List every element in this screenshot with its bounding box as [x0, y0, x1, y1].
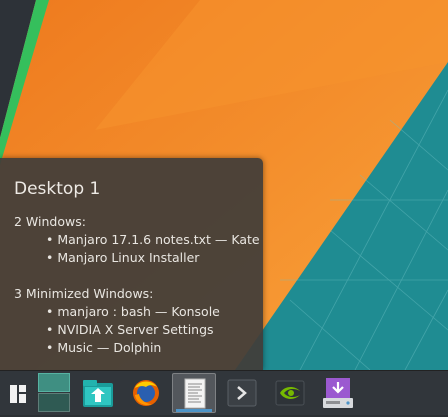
desktop-tooltip: Desktop 1 2 Windows: • Manjaro 17.1.6 no… [0, 158, 263, 370]
pager-widget [38, 373, 70, 413]
nvidia-icon [275, 380, 305, 406]
kate-icon [184, 378, 206, 409]
window-item: • Manjaro 17.1.6 notes.txt — Kate [46, 232, 260, 247]
task-firefox[interactable] [124, 373, 168, 413]
taskbar [0, 370, 448, 415]
task-dolphin[interactable] [76, 373, 120, 413]
app-launcher-icon [10, 385, 26, 403]
active-task-indicator [176, 409, 212, 412]
minimized-window-item: • NVIDIA X Server Settings [46, 322, 214, 337]
konsole-icon [227, 379, 257, 407]
tooltip-title: Desktop 1 [14, 179, 101, 199]
installer-icon [323, 378, 353, 408]
task-nvidia[interactable] [268, 373, 312, 413]
minimized-window-item: • Music — Dolphin [46, 340, 162, 355]
firefox-icon [133, 380, 159, 406]
pager-desktop-2[interactable] [38, 393, 70, 412]
minimized-header: 3 Minimized Windows: [14, 286, 154, 301]
dolphin-icon [83, 380, 113, 407]
task-installer[interactable] [316, 373, 360, 413]
pager-desktop-1[interactable] [38, 373, 70, 392]
minimized-window-item: • manjaro : bash — Konsole [46, 304, 220, 319]
window-item: • Manjaro Linux Installer [46, 250, 200, 265]
task-konsole[interactable] [220, 373, 264, 413]
app-launcher-button[interactable] [4, 373, 32, 413]
task-kate[interactable] [172, 373, 216, 413]
windows-header: 2 Windows: [14, 214, 86, 229]
